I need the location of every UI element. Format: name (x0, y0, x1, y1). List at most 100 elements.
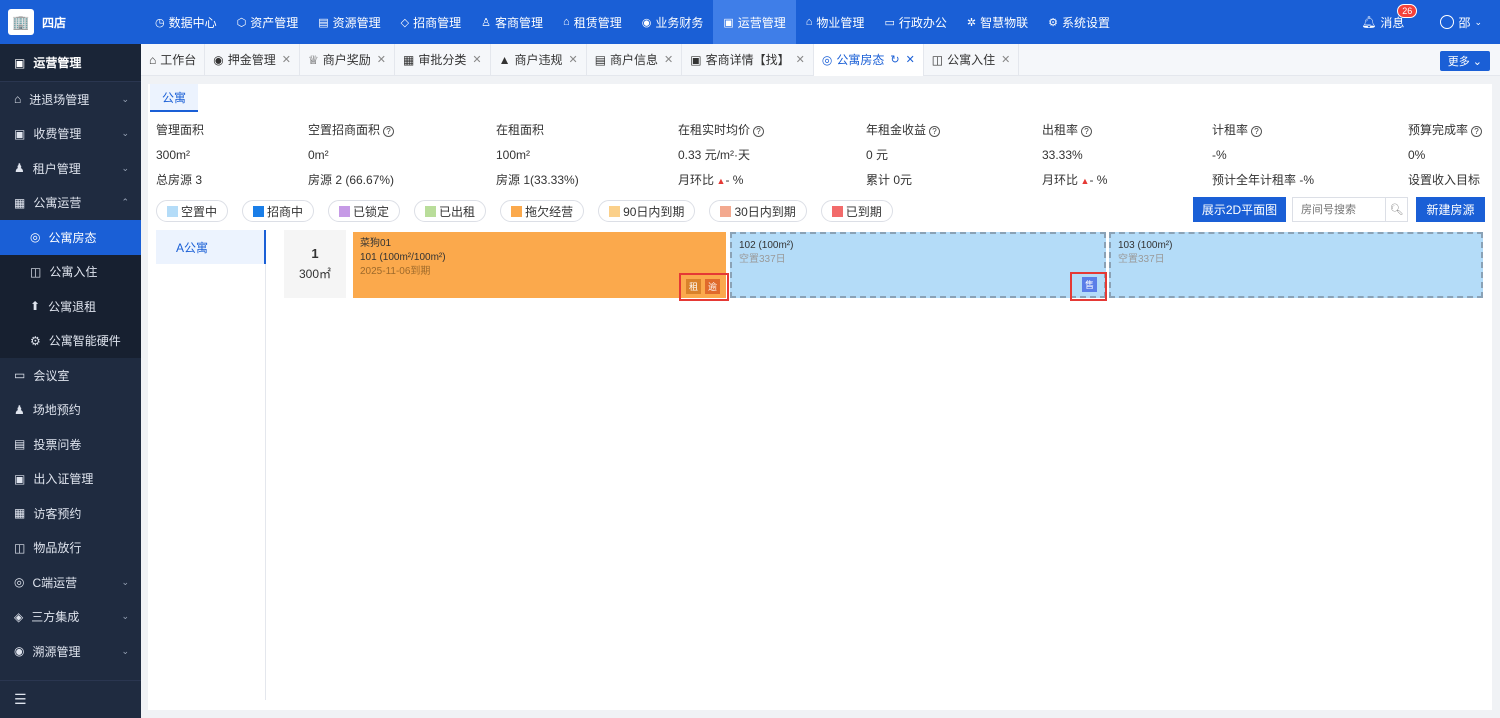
topnav-item-1[interactable]: ⬡ 资产管理 (227, 0, 309, 44)
topnav-item-9[interactable]: ▭ 行政办公 (874, 0, 956, 44)
sidebar-item-items2-6[interactable]: ◎ C端运营 ⌄ (0, 565, 141, 600)
topnav-item-8[interactable]: ⌂ 物业管理 (796, 0, 875, 44)
menu-label: 客商管理 (495, 15, 544, 30)
close-icon[interactable]: ✕ (1001, 53, 1010, 66)
room-card-102[interactable]: 102 (100m²) 空置337日 (730, 232, 1106, 298)
help-icon[interactable]: ? (1081, 126, 1093, 137)
messages-button[interactable]: 🔔︎ 消息 26 (1361, 3, 1418, 31)
sidebar-item-items2-1[interactable]: ♟ 场地预约 (0, 393, 141, 428)
room-tenant: 菜狗01 (360, 238, 392, 249)
topnav-item-3[interactable]: ◇ 招商管理 (391, 0, 471, 44)
room-card-103[interactable]: 103 (100m²) 空置337日 (1109, 232, 1483, 298)
tab-4[interactable]: ▲ 商户违规 ✕ (491, 43, 587, 76)
menu-icon: ◉ (641, 16, 652, 29)
legend-item-2[interactable]: 已锁定 (328, 200, 401, 222)
tab-1[interactable]: ◉ 押金管理 ✕ (205, 43, 300, 76)
trend-up-icon: ▲ (714, 176, 726, 186)
tab-0[interactable]: ⌂ 工作台 (141, 43, 206, 76)
legend-item-7[interactable]: 已到期 (820, 200, 893, 222)
sidebar-subitem-subitems-0[interactable]: ◎ 公寓房态 (0, 220, 141, 255)
collapse-menu-icon[interactable]: ☰ (0, 680, 141, 718)
topnav-item-2[interactable]: ▤ 资源管理 (308, 0, 390, 44)
more-tabs-button[interactable]: 更多 ⌄ (1439, 51, 1490, 71)
tab-6[interactable]: ▣ 客商详情【找】 ✕ (682, 43, 814, 76)
menu-icon: ⌂ (805, 16, 813, 28)
sidebar-icon: ♟ (14, 402, 25, 417)
sidebar-subitem-subitems-2[interactable]: ⬆ 公寓退租 (0, 289, 141, 324)
help-icon[interactable]: ? (1251, 126, 1263, 137)
close-icon[interactable]: ✕ (282, 53, 291, 66)
room-vacancy: 空置337日 (1118, 254, 1165, 265)
user-menu[interactable]: 邵 ⌄ (1440, 14, 1482, 31)
tab-3[interactable]: ▦ 审批分类 ✕ (395, 43, 491, 76)
sidebar-item-items2-8[interactable]: ◉ 溯源管理 ⌄ (0, 634, 141, 669)
topnav-item-0[interactable]: ◷ 数据中心 (145, 0, 227, 44)
search-icon[interactable]: 🔍︎ (1385, 198, 1407, 221)
sidebar-item-items2-2[interactable]: ▤ 投票问卷 (0, 427, 141, 462)
topnav-item-11[interactable]: ⚙ 系统设置 (1038, 0, 1120, 44)
sidebar-item-items-2[interactable]: ♟ 租户管理 ⌄ (0, 151, 141, 186)
topnav-item-7[interactable]: ▣ 运营管理 (713, 0, 796, 44)
help-icon[interactable]: ? (383, 126, 395, 137)
legend-label: 已锁定 (353, 204, 390, 219)
sidebar-item-label: 会议室 (33, 368, 70, 383)
show-2d-plan-button[interactable]: 展示2D平面图 (1193, 197, 1286, 222)
stat-extra: 累计 0元 (866, 172, 940, 197)
stat-label-row: 管理面积 (156, 122, 204, 147)
legend-label: 90日内到期 (623, 204, 685, 219)
help-icon[interactable]: ? (753, 126, 765, 137)
sidebar-item-label: C端运营 (32, 575, 78, 590)
topnav-item-4[interactable]: ♙ 客商管理 (471, 0, 553, 44)
user-name: 邵 (1458, 15, 1471, 30)
tab-7[interactable]: ◎ 公寓房态 ↻ ✕ (813, 43, 924, 76)
menu-icon: ▭ (884, 16, 895, 29)
legend-item-4[interactable]: 拖欠经营 (500, 200, 585, 222)
topnav-item-6[interactable]: ◉ 业务财务 (632, 0, 714, 44)
sidebar-item-items2-7[interactable]: ◈ 三方集成 ⌄ (0, 600, 141, 635)
brand[interactable]: 🏢 四店 (0, 0, 141, 44)
room-title: 102 (100m²) (739, 240, 794, 251)
sidebar-item-items2-0[interactable]: ▭ 会议室 (0, 358, 141, 393)
close-icon[interactable]: ✕ (906, 53, 915, 66)
top-navbar: 🏢 四店 ◷ 数据中心 ⬡ 资产管理 ▤ 资源管理 ◇ 招商管理 ♙ 客商管理 ⌂ 租赁管理 ◉ 业务财务… (0, 0, 1500, 44)
help-icon[interactable]: ? (929, 126, 941, 137)
sidebar-item-label: 公寓房态 (48, 230, 97, 245)
sidebar-item-items-1[interactable]: ▣ 收费管理 ⌄ (0, 117, 141, 152)
legend-item-0[interactable]: 空置中 (156, 200, 229, 222)
tab-2[interactable]: ♕ 商户奖励 ✕ (300, 43, 395, 76)
building-item[interactable]: A公寓 (156, 230, 266, 264)
refresh-icon[interactable]: ↻ (890, 53, 899, 66)
legend-item-1[interactable]: 招商中 (242, 200, 315, 222)
sidebar-subitem-subitems-1[interactable]: ◫ 公寓入住 (0, 254, 141, 289)
room-card-101[interactable]: 菜狗01 101 (100m²/100m²) 2025-11-06到期 (353, 232, 726, 298)
tab-apartment[interactable]: 公寓 (150, 84, 199, 112)
set-income-target-link[interactable]: 设置收入目标 (1408, 172, 1482, 197)
close-icon[interactable]: ✕ (377, 53, 386, 66)
close-icon[interactable]: ✕ (796, 53, 805, 66)
sidebar-item-items-3[interactable]: ▦ 公寓运营 ⌃ (0, 186, 141, 221)
legend-item-3[interactable]: 已出租 (414, 200, 487, 222)
close-icon[interactable]: ✕ (568, 53, 577, 66)
sidebar-item-items2-3[interactable]: ▣ 出入证管理 (0, 462, 141, 497)
new-room-button[interactable]: 新建房源 (1416, 197, 1485, 222)
sidebar-item-items2-4[interactable]: ▦ 访客预约 (0, 496, 141, 531)
close-icon[interactable]: ✕ (472, 53, 481, 66)
sidebar-item-items-0[interactable]: ⌂ 进退场管理 ⌄ (0, 82, 141, 117)
topnav-item-5[interactable]: ⌂ 租赁管理 (553, 0, 632, 44)
menu-label: 系统设置 (1061, 15, 1110, 30)
menu-icon: ⚙ (1048, 16, 1058, 29)
tab-8[interactable]: ◫ 公寓入住 ✕ (924, 43, 1020, 76)
sidebar-icon: ◫ (14, 540, 26, 555)
sidebar-item-items2-5[interactable]: ◫ 物品放行 (0, 531, 141, 566)
legend-item-5[interactable]: 90日内到期 (598, 200, 696, 222)
tab-icon: ▲ (498, 52, 511, 67)
legend-item-6[interactable]: 30日内到期 (709, 200, 807, 222)
stat-value: 0 元 (866, 148, 889, 162)
room-search-input[interactable] (1293, 198, 1385, 221)
close-icon[interactable]: ✕ (664, 53, 673, 66)
chevron-icon: ⌄ (121, 611, 129, 622)
topnav-item-10[interactable]: ✲ 智慧物联 (957, 0, 1038, 44)
tab-5[interactable]: ▤ 商户信息 ✕ (587, 43, 683, 76)
help-icon[interactable]: ? (1471, 126, 1483, 137)
sidebar-subitem-subitems-3[interactable]: ⚙ 公寓智能硬件 (0, 323, 141, 358)
